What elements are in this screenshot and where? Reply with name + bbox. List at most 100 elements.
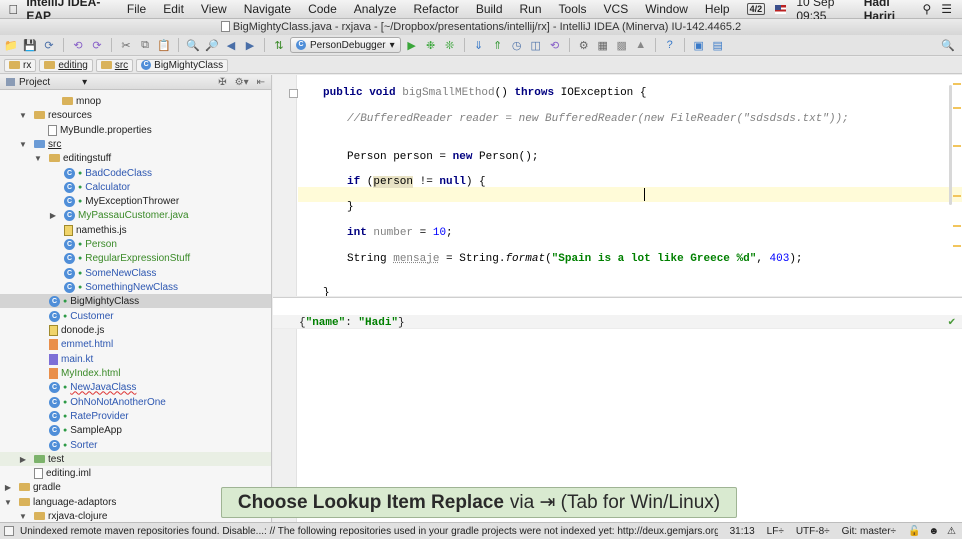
tree-item[interactable]: C ● Customer [0, 309, 271, 323]
debug-icon[interactable]: ❉ [423, 37, 439, 53]
tree-item[interactable]: C ● Calculator [0, 180, 271, 194]
chevron-down-icon[interactable]: ▾ [82, 77, 87, 88]
forward-icon[interactable]: ▶ [242, 37, 258, 53]
tree-item[interactable]: C ● Person [0, 237, 271, 251]
tree-item[interactable]: ▼ src [0, 137, 271, 151]
menu-navigate[interactable]: Navigate [244, 2, 291, 16]
tree-item[interactable]: ▼ resources [0, 108, 271, 122]
expanded-arrow-icon[interactable]: ▼ [18, 140, 28, 149]
tree-item[interactable]: ▼ editingstuff [0, 151, 271, 165]
menu-file[interactable]: File [127, 2, 146, 16]
tree-item[interactable]: ▶ test [0, 452, 271, 466]
menu-tools[interactable]: Tools [559, 2, 587, 16]
flag-icon[interactable] [775, 4, 787, 14]
project-structure-icon[interactable]: ▦ [595, 37, 611, 53]
tree-item[interactable]: C ● MyExceptionThrower [0, 194, 271, 208]
help-icon[interactable]: ? [662, 37, 678, 53]
scroll-from-source-icon[interactable]: ✠ [218, 77, 226, 88]
collapsed-arrow-icon[interactable]: ▶ [18, 455, 28, 464]
tree-item[interactable]: editing.iml [0, 466, 271, 480]
battery-indicator[interactable]: 4/2 [746, 3, 766, 15]
sdk-manager-icon[interactable]: ▩ [614, 37, 630, 53]
json-content[interactable]: {"name": "Hadi"} [299, 317, 405, 329]
tree-item[interactable]: main.kt [0, 352, 271, 366]
warning-stripe-marker[interactable] [953, 83, 961, 85]
expanded-arrow-icon[interactable]: ▼ [18, 111, 28, 120]
warning-stripe-marker[interactable] [953, 195, 961, 197]
menu-window[interactable]: Window [645, 2, 688, 16]
search-everywhere-icon[interactable]: 🔍 [940, 37, 956, 53]
breadcrumb-item-bigmightyclass[interactable]: C BigMightyClass [136, 58, 229, 72]
warning-stripe-marker[interactable] [953, 225, 961, 227]
status-message[interactable]: Unindexed remote maven repositories foun… [20, 526, 718, 537]
tree-item[interactable]: donode.js [0, 323, 271, 337]
hide-panel-icon[interactable]: ⇤ [257, 77, 265, 88]
event-log-icon[interactable]: ⚠ [947, 526, 956, 537]
tool-window-icon[interactable]: ▤ [710, 37, 726, 53]
apple-menu-icon[interactable]:  [0, 2, 26, 17]
menu-help[interactable]: Help [705, 2, 730, 16]
gear-icon[interactable]: ⚙▾ [235, 77, 249, 88]
vcs-compare-icon[interactable]: ◫ [528, 37, 544, 53]
menu-list-icon[interactable]: ☰ [941, 2, 952, 16]
spotlight-search-icon[interactable]: ⚲ [922, 2, 931, 16]
warning-stripe-marker[interactable] [953, 245, 961, 247]
tree-item[interactable]: C ● Sorter [0, 438, 271, 452]
replace-icon[interactable]: 🔎 [204, 37, 220, 53]
collapsed-arrow-icon[interactable]: ▶ [48, 211, 58, 220]
menu-analyze[interactable]: Analyze [354, 2, 397, 16]
cut-icon[interactable]: ✂ [118, 37, 134, 53]
git-branch-select[interactable]: Git: master÷ [842, 526, 896, 537]
vcs-commit-icon[interactable]: ⇑ [490, 37, 506, 53]
caret-position[interactable]: 31:13 [730, 526, 755, 537]
menu-run[interactable]: Run [520, 2, 542, 16]
editor-scrollbar[interactable] [949, 85, 952, 205]
project-view-select[interactable]: Project [19, 77, 50, 88]
tree-item[interactable]: C ● SomethingNewClass [0, 280, 271, 294]
menu-refactor[interactable]: Refactor [413, 2, 458, 16]
tree-item[interactable]: MyIndex.html [0, 366, 271, 380]
sync-icon[interactable]: ⟳ [41, 37, 57, 53]
undo-icon[interactable]: ⟲ [70, 37, 86, 53]
warning-stripe-marker[interactable] [953, 107, 961, 109]
paste-icon[interactable]: 📋 [156, 37, 172, 53]
menu-view[interactable]: View [201, 2, 227, 16]
save-icon[interactable]: 💾 [22, 37, 38, 53]
breadcrumb-item-src[interactable]: src [95, 58, 134, 72]
tree-item[interactable]: C ● SomeNewClass [0, 266, 271, 280]
copy-icon[interactable]: ⧉ [137, 37, 153, 53]
tree-item[interactable]: C ● NewJavaClass [0, 380, 271, 394]
warning-stripe-marker[interactable] [953, 145, 961, 147]
vcs-update-icon[interactable]: ⇓ [471, 37, 487, 53]
tree-item[interactable]: MyBundle.properties [0, 123, 271, 137]
code-editor[interactable]: public void bigSmallMEthod() throws IOEx… [273, 75, 962, 296]
encoding-select[interactable]: UTF-8÷ [796, 526, 830, 537]
tree-item[interactable]: C ● BadCodeClass [0, 166, 271, 180]
presentation-mode-icon[interactable]: ▣ [691, 37, 707, 53]
hector-inspection-icon[interactable]: ☻ [929, 526, 940, 537]
tree-item[interactable]: C ● SampleApp [0, 423, 271, 437]
fold-marker-icon[interactable] [289, 89, 298, 98]
redo-icon[interactable]: ⟳ [89, 37, 105, 53]
line-separator-select[interactable]: LF÷ [767, 526, 784, 537]
run-icon[interactable]: ▶ [404, 37, 420, 53]
expanded-arrow-icon[interactable]: ▼ [3, 498, 13, 507]
coverage-icon[interactable]: ❊ [442, 37, 458, 53]
expanded-arrow-icon[interactable]: ▼ [18, 512, 28, 521]
tree-item[interactable]: mnop [0, 94, 271, 108]
build-icon[interactable]: ⇅ [271, 37, 287, 53]
breadcrumb-item-rx[interactable]: rx [4, 58, 37, 72]
vcs-revert-icon[interactable]: ⟲ [547, 37, 563, 53]
expanded-arrow-icon[interactable]: ▼ [33, 154, 43, 163]
settings-icon[interactable]: ⚙ [576, 37, 592, 53]
tree-item[interactable]: namethis.js [0, 223, 271, 237]
tree-item[interactable]: emmet.html [0, 337, 271, 351]
menu-edit[interactable]: Edit [163, 2, 184, 16]
tree-item-selected[interactable]: C ● BigMightyClass [0, 294, 271, 308]
tree-item[interactable]: ▶ C MyPassauCustomer.java [0, 208, 271, 222]
editor-gutter[interactable] [273, 75, 298, 296]
android-icon[interactable]: ▲ [633, 37, 649, 53]
menu-code[interactable]: Code [308, 2, 337, 16]
tree-item[interactable]: C ● RateProvider [0, 409, 271, 423]
back-icon[interactable]: ◀ [223, 37, 239, 53]
